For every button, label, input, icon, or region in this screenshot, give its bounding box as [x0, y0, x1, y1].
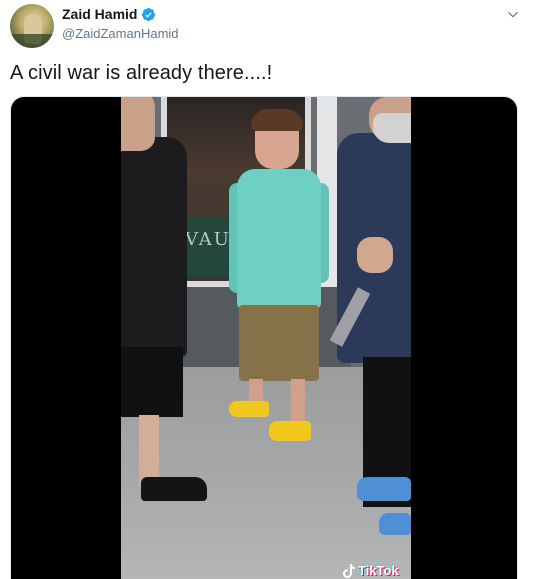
verified-badge-icon [142, 7, 156, 21]
person-center-shirt [237, 169, 321, 309]
author-handle[interactable]: @ZaidZamanHamid [62, 26, 179, 41]
author-name-row: Zaid Hamid [62, 6, 156, 22]
scene-shop-sign-text: VAU [185, 229, 231, 250]
person-center-hair [251, 109, 303, 131]
avatar-shade [10, 34, 54, 48]
tweet-text: A civil war is already there....! [10, 62, 273, 84]
avatar[interactable] [10, 4, 54, 48]
person-center-leg-right [291, 379, 305, 423]
person-right-beard [373, 113, 411, 143]
person-right-shoe [357, 477, 411, 501]
tiktok-note-icon [343, 563, 355, 578]
person-center-shoe-left [229, 401, 269, 417]
tiktok-watermark-label: TikTok [358, 563, 399, 578]
video-frame[interactable]: VAU TikTok [121, 97, 411, 579]
person-left-head [121, 97, 155, 151]
person-left-shorts [121, 347, 183, 417]
tweet-media-video[interactable]: VAU TikTok [10, 96, 518, 579]
chevron-down-icon[interactable] [506, 8, 520, 22]
person-center-shorts [239, 305, 319, 381]
person-left-leg [139, 415, 159, 485]
tweet-card: Zaid Hamid @ZaidZamanHamid A civil war i… [0, 0, 542, 579]
tiktok-watermark: TikTok [343, 563, 399, 578]
person-left-body [121, 137, 187, 357]
author-display-name[interactable]: Zaid Hamid [62, 6, 137, 22]
person-right-hand [357, 237, 393, 273]
person-right-shoe-second [379, 513, 411, 535]
person-center-shoe-right [269, 421, 311, 441]
person-left-shoe [141, 477, 207, 501]
person-center-leg-left [249, 379, 263, 403]
